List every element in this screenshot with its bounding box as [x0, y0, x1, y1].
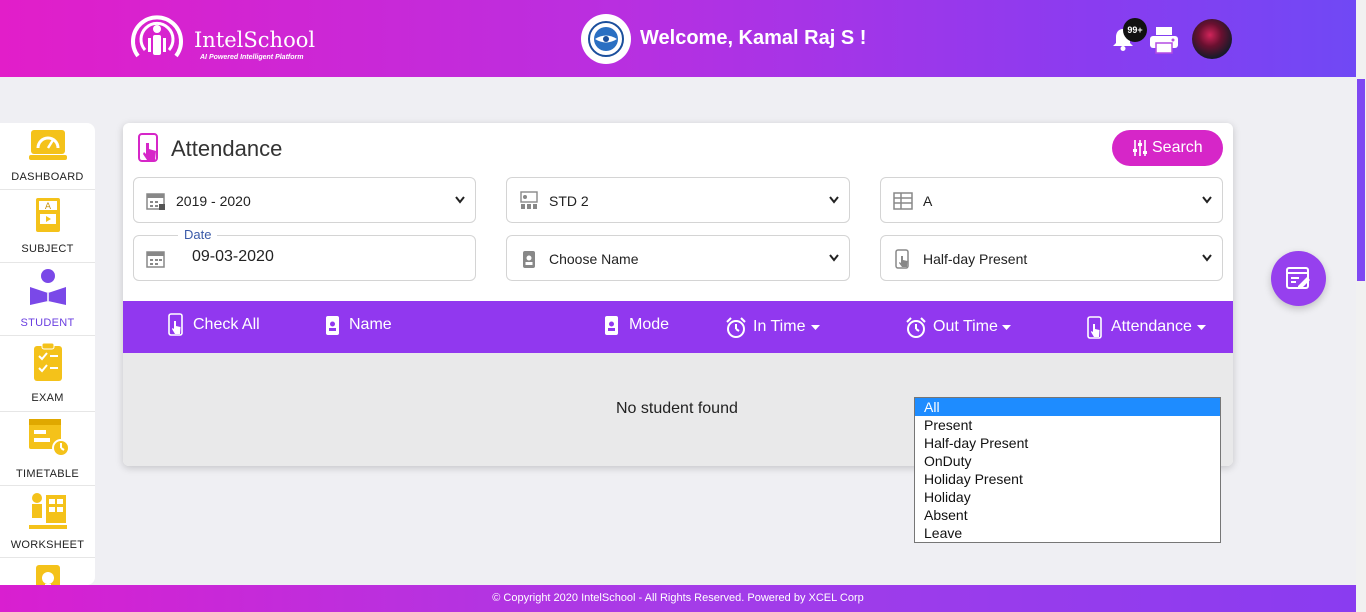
date-field[interactable]: Date 09-03-2020	[133, 227, 476, 281]
sidebar-item-student[interactable]: STUDENT	[0, 263, 95, 336]
timetable-icon	[29, 419, 69, 457]
dropdown-option-holiday[interactable]: Holiday	[915, 488, 1220, 506]
date-field-label: Date	[178, 227, 218, 242]
sidebar-item-label: DASHBOARD	[11, 171, 84, 183]
alarm-clock-icon	[726, 317, 746, 338]
sidebar-item-more[interactable]	[0, 558, 95, 585]
id-badge-icon	[326, 316, 339, 335]
logo-mark-icon	[131, 15, 183, 58]
brand-name: IntelSchool	[194, 28, 316, 52]
academic-year-value: 2019 - 2020	[176, 193, 251, 209]
footer: © Copyright 2020 IntelSchool - All Right…	[0, 585, 1356, 612]
subject-icon: A	[36, 198, 60, 232]
sidebar-item-dashboard[interactable]: DASHBOARD	[0, 123, 95, 190]
page-scrollbar-thumb[interactable]	[1357, 79, 1365, 281]
edit-note-fab[interactable]	[1271, 251, 1326, 306]
page-title: Attendance	[171, 136, 283, 161]
search-button-label: Search	[1152, 139, 1203, 156]
out-time-header-label: Out Time	[933, 318, 998, 335]
chevron-down-icon	[455, 196, 465, 204]
mode-header-label: Mode	[629, 316, 670, 333]
exam-icon	[34, 342, 62, 381]
intelschool-logo[interactable]: IntelSchool AI Powered Intelligent Platf…	[128, 12, 318, 66]
dropdown-option-leave[interactable]: Leave	[915, 524, 1220, 542]
dropdown-option-all[interactable]: All	[915, 398, 1220, 416]
worksheet-icon	[29, 493, 67, 529]
welcome-message: Welcome, Kamal Raj S !	[640, 27, 867, 49]
sidebar-item-label: SUBJECT	[21, 243, 74, 255]
chevron-down-icon	[829, 254, 839, 262]
sidebar-item-worksheet[interactable]: WORKSHEET	[0, 486, 95, 558]
chevron-down-icon	[1202, 254, 1212, 262]
id-badge-icon	[523, 251, 535, 268]
calendar-icon	[146, 251, 165, 268]
mode-header: Mode	[604, 313, 684, 337]
printer-icon[interactable]	[1148, 25, 1180, 55]
attendance-touch-icon	[138, 133, 158, 162]
empty-state-message: No student found	[616, 400, 738, 417]
touch-phone-icon	[168, 313, 183, 336]
dropdown-option-present[interactable]: Present	[915, 416, 1220, 434]
notification-count-badge: 99+	[1123, 18, 1147, 42]
edit-note-icon	[1286, 267, 1310, 289]
user-avatar[interactable]	[1192, 19, 1232, 59]
sidebar-item-timetable[interactable]: TIMETABLE	[0, 412, 95, 486]
dropdown-option-absent[interactable]: Absent	[915, 506, 1220, 524]
student-name-select[interactable]: Choose Name	[506, 235, 850, 281]
sidebar-item-label: WORKSHEET	[10, 539, 85, 551]
dashboard-icon	[29, 130, 67, 160]
id-badge-icon	[605, 316, 618, 335]
dropdown-option-onduty[interactable]: OnDuty	[915, 452, 1220, 470]
name-header-label: Name	[349, 316, 392, 333]
standard-select[interactable]: STD 2	[506, 177, 850, 223]
attendance-header-label: Attendance	[1111, 318, 1192, 335]
section-value: A	[923, 193, 933, 209]
classroom-icon	[520, 191, 538, 209]
svg-text:A: A	[45, 202, 52, 212]
top-header: IntelSchool AI Powered Intelligent Platf…	[0, 0, 1366, 77]
standard-value: STD 2	[549, 193, 589, 209]
school-emblem	[581, 14, 631, 64]
caret-down-icon	[811, 325, 820, 330]
caret-down-icon	[1197, 325, 1206, 330]
in-time-header[interactable]: In Time	[725, 316, 825, 340]
dropdown-option-half-day-present[interactable]: Half-day Present	[915, 434, 1220, 452]
alarm-clock-icon	[906, 317, 926, 338]
search-button[interactable]: Search	[1112, 130, 1223, 166]
brand-tagline: AI Powered Intelligent Platform	[200, 54, 304, 61]
name-header: Name	[325, 313, 405, 337]
student-icon	[30, 269, 66, 305]
check-all-label: Check All	[193, 316, 260, 333]
section-select[interactable]: A	[880, 177, 1223, 223]
attendance-header[interactable]: Attendance	[1087, 316, 1212, 340]
lightbulb-card-icon	[36, 565, 60, 585]
sidebar-item-exam[interactable]: EXAM	[0, 336, 95, 412]
touch-phone-icon	[895, 249, 909, 269]
attendance-status-select[interactable]: Half-day Present	[880, 235, 1223, 281]
academic-year-select[interactable]: 2019 - 2020	[133, 177, 476, 223]
sidebar-item-label: STUDENT	[20, 317, 75, 329]
attendance-filter-dropdown[interactable]: All Present Half-day Present OnDuty Holi…	[914, 397, 1221, 543]
in-time-header-label: In Time	[753, 318, 806, 335]
caret-down-icon	[1002, 325, 1011, 330]
calendar-icon	[146, 193, 165, 210]
copyright-text: © Copyright 2020 IntelSchool - All Right…	[492, 592, 864, 604]
grid-table-icon	[893, 192, 913, 210]
sidebar: DASHBOARD A SUBJECT STUDENT EXAM TIMETAB…	[0, 123, 95, 585]
sidebar-item-label: TIMETABLE	[15, 468, 79, 480]
filter-sliders-icon	[1133, 140, 1147, 156]
out-time-header[interactable]: Out Time	[905, 316, 1015, 340]
school-emblem-icon	[588, 21, 624, 57]
date-value: 09-03-2020	[192, 248, 274, 265]
sidebar-item-label: EXAM	[31, 392, 64, 404]
check-all-header[interactable]: Check All	[168, 313, 278, 337]
dropdown-option-holiday-present[interactable]: Holiday Present	[915, 470, 1220, 488]
student-name-value: Choose Name	[549, 251, 639, 267]
touch-phone-icon	[1087, 316, 1102, 339]
attendance-status-value: Half-day Present	[923, 251, 1028, 267]
sidebar-item-subject[interactable]: A SUBJECT	[0, 190, 95, 263]
chevron-down-icon	[1202, 196, 1212, 204]
chevron-down-icon	[829, 196, 839, 204]
table-header: Check All Name Mode In Time Out Time Att…	[123, 301, 1233, 353]
